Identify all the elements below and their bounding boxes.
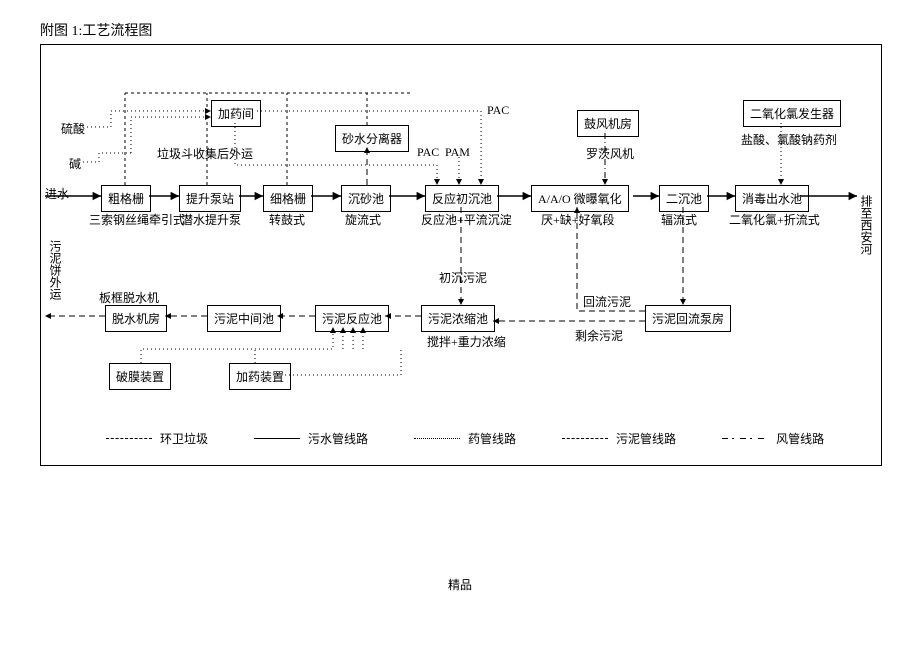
- sub-aao: 厌+缺+好氧段: [541, 211, 615, 228]
- node-clo2-gen: 二氧化氯发生器: [743, 100, 841, 127]
- label-outflow: 排至西安河: [858, 195, 875, 255]
- label-roots-blower: 罗茨风机: [586, 145, 634, 162]
- node-lift-pump: 提升泵站: [179, 185, 241, 212]
- node-membrane-break: 破膜装置: [109, 363, 171, 390]
- sub-fine: 转鼓式: [269, 211, 305, 228]
- node-coarse-screen: 粗格栅: [101, 185, 151, 212]
- sub-react: 反应池+平流沉淀: [421, 211, 512, 228]
- node-react-primary: 反应初沉池: [425, 185, 499, 212]
- legend-air: 风管线路: [722, 430, 824, 447]
- label-surplus-sludge: 剩余污泥: [575, 327, 623, 344]
- node-dosing-room: 加药间: [211, 100, 261, 127]
- node-dosing-device: 加药装置: [229, 363, 291, 390]
- node-blower-room: 鼓风机房: [577, 110, 639, 137]
- label-cake: 污泥饼外运: [47, 240, 64, 300]
- legend: 环卫垃圾 污水管线路 药管线路 污泥管线路 风管线路: [106, 430, 824, 447]
- node-grit-tank: 沉砂池: [341, 185, 391, 212]
- footer: 精品: [40, 576, 880, 593]
- sub-disinfect: 二氧化氯+折流式: [729, 211, 820, 228]
- label-trash-collect: 垃圾斗收集后外运: [157, 145, 253, 162]
- legend-sludge: 污泥管线路: [562, 430, 676, 447]
- page-title: 附图 1:工艺流程图: [40, 20, 880, 40]
- label-pam: PAM: [445, 145, 470, 160]
- sub-lift: 潜水提升泵: [181, 211, 241, 228]
- label-primary-sludge: 初沉污泥: [439, 269, 487, 286]
- sub-grit: 旋流式: [345, 211, 381, 228]
- node-sludge-thicken: 污泥浓缩池: [421, 305, 495, 332]
- sub-sec: 辐流式: [661, 211, 697, 228]
- sub-coarse: 三索钢丝绳牵引式: [89, 211, 185, 228]
- label-alkali: 碱: [69, 155, 81, 172]
- label-pac2: PAC: [417, 145, 439, 160]
- node-sludge-react: 污泥反应池: [315, 305, 389, 332]
- label-inflow: 进水: [45, 185, 69, 202]
- node-sand-separator: 砂水分离器: [335, 125, 409, 152]
- label-hcl: 盐酸、氯酸钠药剂: [741, 131, 837, 148]
- legend-chem: 药管线路: [414, 430, 516, 447]
- node-fine-screen: 细格栅: [263, 185, 313, 212]
- label-mix-gravity: 搅拌+重力浓缩: [427, 333, 506, 350]
- node-disinfect: 消毒出水池: [735, 185, 809, 212]
- diagram-frame: 加药间 砂水分离器 鼓风机房 二氧化氯发生器 粗格栅 提升泵站 细格栅 沉砂池 …: [40, 44, 882, 466]
- label-return-sludge: 回流污泥: [583, 293, 631, 310]
- label-plate-dewater: 板框脱水机: [99, 289, 159, 306]
- label-pac: PAC: [487, 103, 509, 118]
- legend-garbage: 环卫垃圾: [106, 430, 208, 447]
- node-sec-settle: 二沉池: [659, 185, 709, 212]
- node-dewater-room: 脱水机房: [105, 305, 167, 332]
- node-sludge-mid: 污泥中间池: [207, 305, 281, 332]
- node-return-pump: 污泥回流泵房: [645, 305, 731, 332]
- label-sulfuric-acid: 硫酸: [61, 120, 85, 137]
- legend-sewer: 污水管线路: [254, 430, 368, 447]
- node-aao: A/A/O 微曝氧化: [531, 185, 629, 212]
